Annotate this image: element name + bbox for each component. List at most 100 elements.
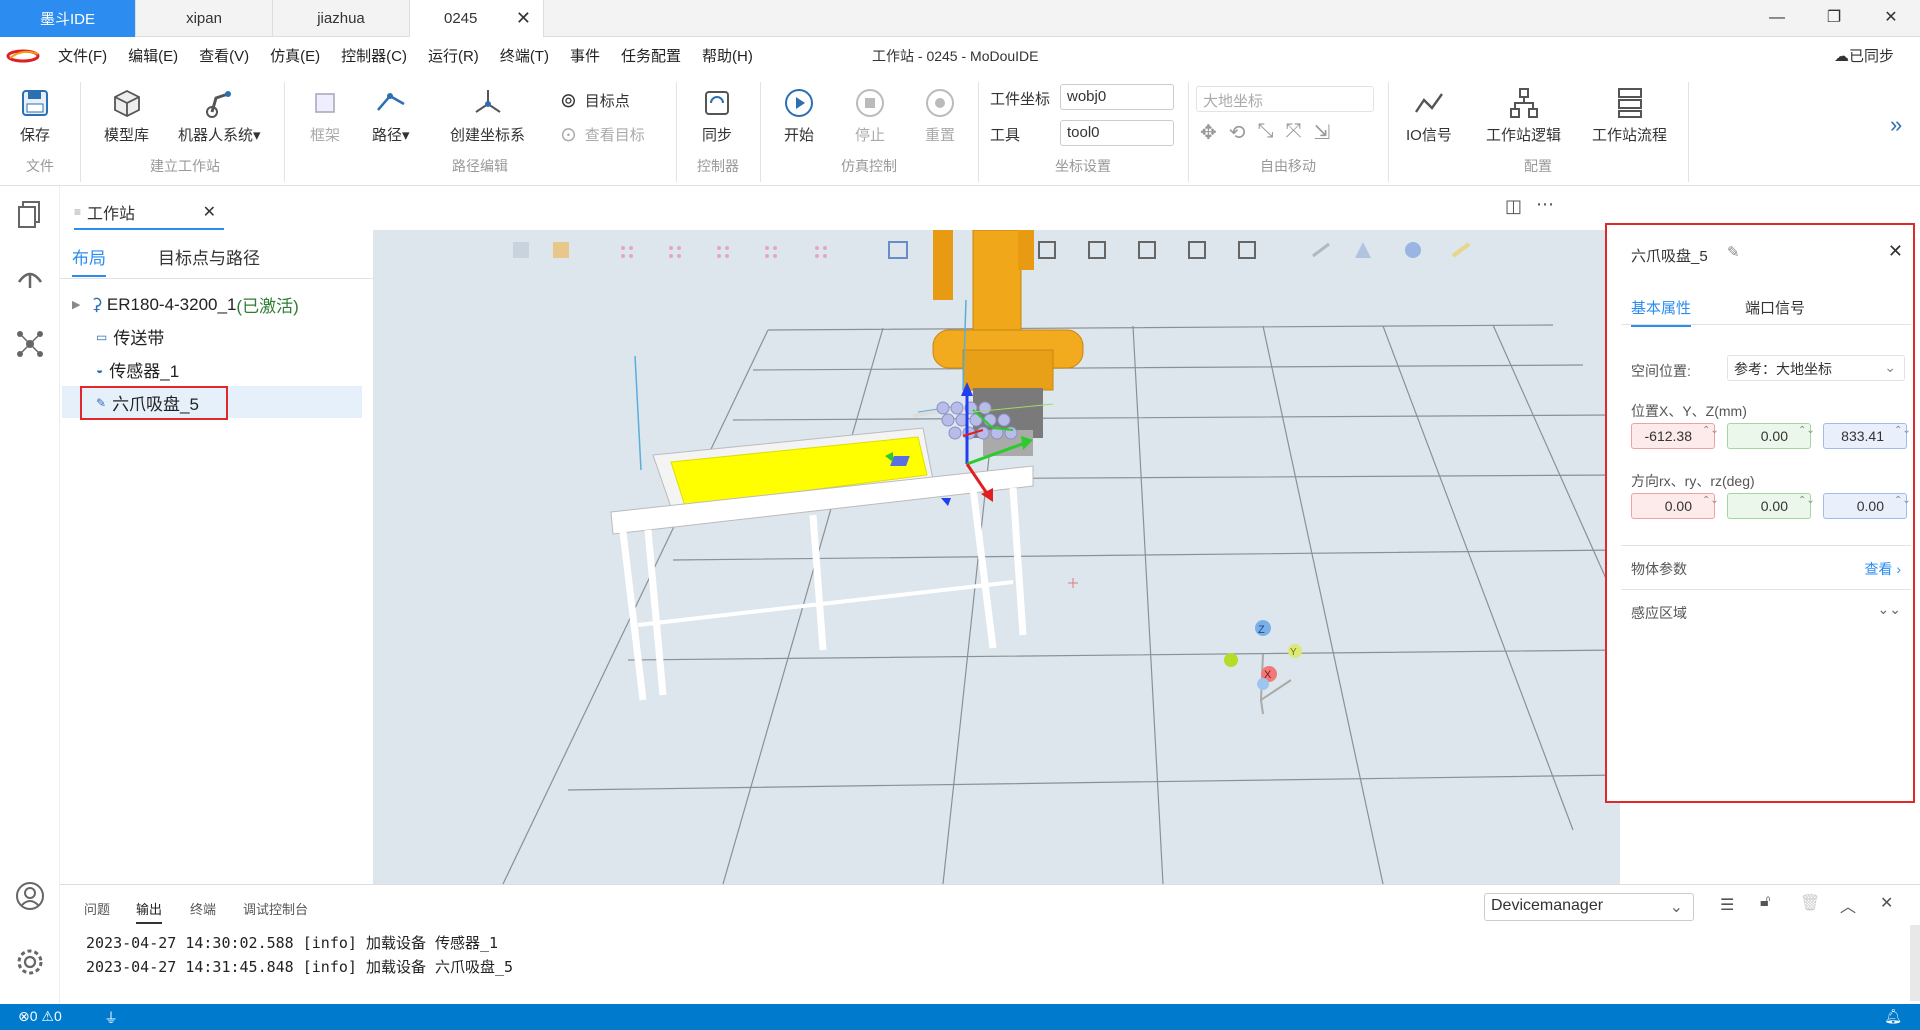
sync-status[interactable]: ☁已同步 (1834, 45, 1894, 66)
3d-viewport[interactable]: Z Y X (373, 230, 1620, 884)
menu-terminal[interactable]: 终端(T) (500, 45, 549, 66)
position-x-input[interactable]: -612.38 (1631, 423, 1715, 449)
tab-jiazhua[interactable]: jiazhua (273, 0, 410, 37)
maximize-panel-icon[interactable]: ︿ (1840, 893, 1856, 917)
tab-output[interactable]: 输出 (136, 899, 163, 924)
tree-item-conveyor[interactable]: ▭ 传送带 (96, 324, 164, 349)
filter-list-icon[interactable]: ☰ (1720, 895, 1734, 915)
target-point-button[interactable]: ⊚ 目标点 (560, 88, 630, 113)
menu-task-config[interactable]: 任务配置 (621, 45, 681, 66)
rotation-rz-input[interactable]: 0.00 (1823, 493, 1907, 519)
explorer-icon[interactable] (14, 198, 46, 230)
close-props-icon[interactable]: ✕ (1888, 241, 1903, 262)
frame-button[interactable]: 框架 (308, 86, 342, 145)
tab-basic-props[interactable]: 基本属性 (1631, 297, 1692, 327)
tab-debug-console[interactable]: 调试控制台 (243, 899, 308, 918)
tree-item-robot[interactable]: ▶ ⚳ ER180-4-3200_1 (已激活) (72, 292, 299, 317)
menu-view[interactable]: 查看(V) (199, 45, 249, 66)
sphere-tool-icon[interactable] (1405, 242, 1421, 258)
rotate-icon[interactable]: ⟲ (1229, 120, 1246, 145)
rotation-ry-input[interactable]: 0.00 (1727, 493, 1811, 519)
station-logic-button[interactable]: 工作站逻辑 (1486, 86, 1561, 145)
menu-controller[interactable]: 控制器(C) (341, 45, 407, 66)
view-target-label: 查看目标 (584, 127, 645, 144)
expand-ribbon-icon[interactable]: » (1890, 112, 1902, 138)
close-tab-icon[interactable]: ✕ (516, 8, 531, 29)
minimize-icon[interactable]: — (1762, 4, 1792, 32)
axis-triad[interactable]: Z Y X (1068, 578, 1302, 715)
close-output-icon[interactable]: ✕ (1880, 893, 1893, 913)
position-z-input[interactable]: 833.41 (1823, 423, 1907, 449)
tab-modou-ide[interactable]: 墨斗IDE (0, 0, 136, 37)
menu-event[interactable]: 事件 (570, 45, 600, 66)
view-target-button[interactable]: ⊙ 查看目标 (560, 122, 645, 147)
tab-problems[interactable]: 问题 (84, 899, 110, 918)
linear-move-icon[interactable]: ⤡ (1258, 120, 1274, 145)
tree-item-sensor[interactable]: ◒ 传感器_1 (96, 357, 179, 382)
menu-run[interactable]: 运行(R) (428, 45, 479, 66)
start-button[interactable]: 开始 (782, 86, 816, 145)
world-coord-select[interactable]: 大地坐标 (1196, 86, 1374, 112)
reference-select[interactable]: 参考：大地坐标 ⌄ (1727, 355, 1905, 381)
stop-button[interactable]: 停止 (853, 86, 887, 145)
restore-icon[interactable]: ❐ (1819, 4, 1849, 32)
view-params-link[interactable]: 查看 › (1864, 559, 1901, 579)
create-coord-button[interactable]: 创建坐标系 (450, 86, 525, 145)
collapse-icon[interactable]: ⌄⌄ (1878, 601, 1901, 618)
path-button[interactable]: 路径▾ (372, 86, 410, 145)
more-options-icon[interactable]: ⋯ (1536, 194, 1554, 215)
station-flow-button[interactable]: 工作站流程 (1592, 86, 1667, 145)
tab-0245[interactable]: 0245 ✕ (410, 0, 544, 37)
workobj-select[interactable]: wobj0 (1060, 84, 1174, 110)
close-window-icon[interactable]: ✕ (1876, 4, 1906, 32)
jog-icon[interactable]: ⇲ (1314, 120, 1331, 145)
plane-tool-icon[interactable] (1355, 242, 1371, 258)
snap-icons[interactable] (621, 246, 827, 258)
targets-paths-subtab[interactable]: 目标点与路径 (158, 244, 260, 269)
model-library-button[interactable]: 模型库 (104, 86, 149, 145)
view-solid-icon[interactable] (553, 242, 569, 258)
edit-name-icon[interactable]: ✎ (1727, 243, 1740, 261)
conveyor-icon: ▭ (96, 329, 108, 344)
select-box-icon[interactable] (888, 241, 908, 259)
tab-terminal[interactable]: 终端 (190, 899, 216, 918)
robot-icon[interactable] (14, 262, 46, 294)
menu-help[interactable]: 帮助(H) (702, 45, 753, 66)
scene-canvas[interactable]: Z Y X (373, 230, 1620, 884)
reorient-icon[interactable]: ⤧ (1286, 120, 1302, 145)
notification-bell-icon[interactable]: 🔔︎ (1884, 1008, 1902, 1025)
save-button[interactable]: 保存 (18, 86, 52, 145)
reset-button[interactable]: 重置 (923, 86, 957, 145)
layout-subtab[interactable]: 布局 (72, 244, 106, 277)
plug-icon[interactable]: ⏚ (104, 1008, 118, 1028)
robot-system-button[interactable]: 机器人系统▾ (178, 86, 261, 145)
menu-file[interactable]: 文件(F) (58, 45, 107, 66)
io-signal-button[interactable]: IO信号 (1406, 86, 1452, 145)
move-icon[interactable]: ✥ (1200, 120, 1217, 145)
pen-tool-icon[interactable] (1451, 242, 1471, 258)
output-scrollbar[interactable] (1910, 925, 1920, 1001)
menu-edit[interactable]: 编辑(E) (128, 45, 178, 66)
split-view-icon[interactable]: ◫ (1505, 196, 1522, 217)
tab-xipan[interactable]: xipan (136, 0, 273, 37)
tab-port-signals[interactable]: 端口信号 (1745, 297, 1805, 318)
account-icon[interactable] (14, 880, 46, 912)
position-y-input[interactable]: 0.00 (1727, 423, 1811, 449)
network-icon[interactable] (14, 328, 46, 360)
sync-button[interactable]: 同步 (700, 86, 734, 145)
rotation-rx-input[interactable]: 0.00 (1631, 493, 1715, 519)
window-title: 工作站 - 0245 - MoDouIDE (872, 47, 1039, 64)
clear-output-icon[interactable]: 🗑︎ (1800, 893, 1820, 913)
problems-indicator[interactable]: ⊗0 ⚠0 (18, 1008, 62, 1025)
tool-select[interactable]: tool0 (1060, 120, 1174, 146)
menu-simulate[interactable]: 仿真(E) (270, 45, 320, 66)
expand-arrow-icon[interactable]: ▶ (72, 298, 80, 311)
device-select[interactable]: Devicemanager ⌄ (1484, 893, 1694, 921)
workstation-tab[interactable]: ≡ 工作站 ✕ (74, 196, 224, 230)
line-tool-icon[interactable] (1312, 242, 1330, 258)
tree-item-gripper[interactable]: ✎ 六爪吸盘_5 (96, 390, 199, 415)
settings-gear-icon[interactable] (14, 946, 46, 978)
view-cube-icon[interactable] (513, 242, 529, 258)
close-panel-icon[interactable]: ✕ (203, 202, 216, 222)
lock-icon[interactable]: 🔓︎ (1760, 893, 1770, 911)
